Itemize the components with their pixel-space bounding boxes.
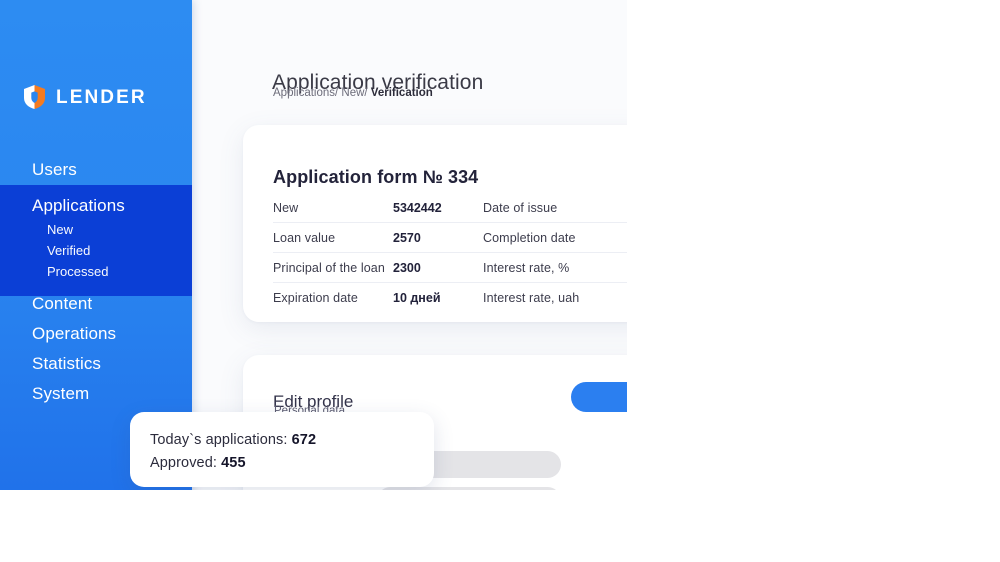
shield-icon [24,85,45,109]
sidebar-item-users[interactable]: Users [0,155,192,185]
row-label2: Interest rate, uah [483,290,580,305]
row-value: 5342442 [393,200,442,215]
last-name-row: Last name [274,487,561,490]
row-label: Expiration date [273,290,358,305]
sidebar-subitem-verified[interactable]: Verified [0,240,192,261]
last-name-input[interactable] [377,487,561,490]
stats-approved-value: 455 [221,455,246,471]
stats-applications-label: Today`s applications: [150,432,292,448]
breadcrumb-current: Verification [370,87,433,99]
table-row: Principal of the loan 2300 Interest rate… [273,253,627,283]
row-value: 10 дней [393,290,441,305]
row-label2: Interest rate, % [483,260,570,275]
page-canvas: LENDER Users Applications New Verified P… [0,0,627,490]
main-content: Application verification Applications/ N… [130,0,627,490]
row-label: New [273,200,299,215]
next-button[interactable]: Next [571,382,627,412]
sidebar-subitem-processed[interactable]: Processed [0,261,192,282]
row-label2: Date of issue [483,200,558,215]
sidebar-item-operations[interactable]: Operations [0,319,192,349]
breadcrumb-prefix[interactable]: Applications/ New/ [273,87,371,99]
sidebar-item-content[interactable]: Content [0,289,192,319]
stats-approved-line: Approved: 455 [150,455,246,471]
sidebar-subitem-new[interactable]: New [0,219,192,240]
stats-applications-line: Today`s applications: 672 [150,432,316,448]
table-row: Expiration date 10 дней Interest rate, u… [273,283,627,312]
table-row: New 5342442 Date of issue [273,193,627,223]
sidebar-item-applications[interactable]: Applications [0,193,192,219]
sidebar-item-system[interactable]: System [0,379,192,409]
stats-approved-label: Approved: [150,455,222,471]
logo-text: LENDER [56,86,147,108]
application-form-table: New 5342442 Date of issue Loan value 257… [273,193,627,312]
sidebar-item-statistics[interactable]: Statistics [0,349,192,379]
application-form-title: Application form № 334 [273,166,479,187]
table-row: Loan value 2570 Completion date [273,223,627,253]
row-value: 2300 [393,260,421,275]
application-form-card: Application form № 334 New 5342442 Date … [243,125,627,322]
sidebar-group-applications: Applications New Verified Processed [0,185,192,296]
row-label: Loan value [273,230,336,245]
sidebar-nav-top: Users [0,155,192,185]
breadcrumb: Applications/ New/ Verification [273,87,433,99]
row-value: 2570 [393,230,421,245]
stats-applications-value: 672 [291,432,317,448]
app-logo[interactable]: LENDER [24,85,147,109]
stats-card: Today`s applications: 672 Approved: 455 [130,412,434,487]
app-viewport: LENDER Users Applications New Verified P… [0,0,627,490]
sidebar-nav-bottom: Content Operations Statistics System [0,289,192,409]
row-label2: Completion date [483,230,576,245]
row-label: Principal of the loan [273,260,385,275]
